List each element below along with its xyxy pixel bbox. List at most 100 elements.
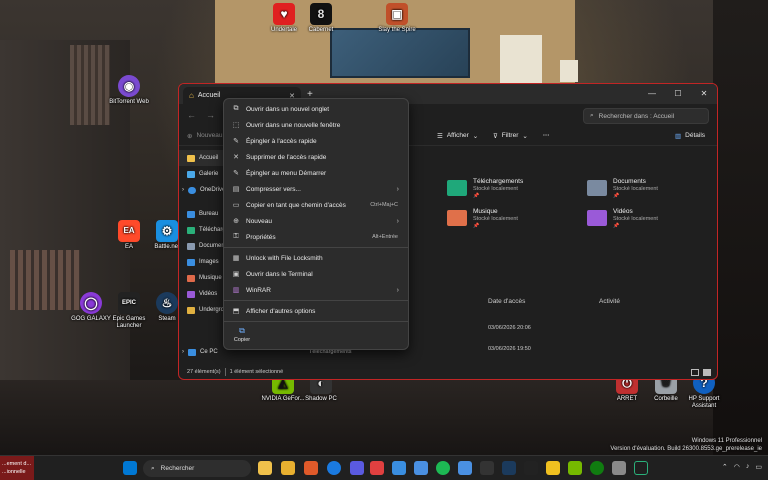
app-taskbar-icon[interactable]	[546, 461, 560, 475]
properties-icon: ⚿	[233, 233, 239, 240]
app-taskbar-icon[interactable]	[634, 461, 648, 475]
search-box[interactable]: ⌕ Rechercher dans : Accueil	[583, 108, 709, 124]
shortcut-label: Alt+Entrée	[372, 234, 398, 240]
explorer-active-taskbar-icon[interactable]	[281, 461, 295, 475]
taskbar-notification[interactable]: ...ement d... ...ionnelle	[0, 456, 34, 480]
gog-galaxy-icon: ◯	[80, 292, 102, 314]
view-label: Afficher	[446, 132, 469, 139]
desktop-icon-label: Shadow PC	[305, 396, 337, 402]
desktop-icon-bittorrent[interactable]: ◉ BitTorrent Web	[102, 75, 156, 106]
store-taskbar-icon[interactable]	[414, 461, 428, 475]
discord-taskbar-icon[interactable]	[350, 461, 364, 475]
chevron-right-icon[interactable]: ›	[182, 187, 184, 193]
menu-item-open-new-window[interactable]: ⬚ Ouvrir dans une nouvelle fenêtre	[224, 117, 408, 133]
battlenet-taskbar-icon[interactable]	[458, 461, 472, 475]
document-icon	[187, 242, 195, 250]
file-explorer-taskbar-icon[interactable]	[258, 461, 272, 475]
quick-access-documents[interactable]: Documents Stocké localement 📌	[587, 178, 658, 199]
menu-item-new[interactable]: ⊕ Nouveau ›	[224, 213, 408, 229]
status-separator	[224, 368, 226, 376]
desktop-icon-label: Cabernet	[308, 27, 334, 33]
app-taskbar-icon[interactable]	[370, 461, 384, 475]
calculator-taskbar-icon[interactable]	[392, 461, 406, 475]
menu-item-properties[interactable]: ⚿ Propriétés Alt+Entrée	[224, 229, 408, 245]
wifi-icon[interactable]: ◠	[734, 463, 740, 471]
menu-item-file-locksmith[interactable]: ▦ Unlock with File Locksmith	[224, 250, 408, 266]
nvidia-taskbar-icon[interactable]	[568, 461, 582, 475]
sidebar-item-label: Vidéos	[199, 291, 218, 297]
menu-item-copy-path[interactable]: ▭ Copier en tant que chemin d'accès Ctrl…	[224, 197, 408, 213]
gallery-icon	[187, 170, 195, 178]
column-header-activity[interactable]: Activité	[599, 298, 620, 305]
copy-button[interactable]: ⧉ Copier	[230, 326, 254, 343]
lock-icon: ▦	[232, 255, 240, 262]
column-header-date[interactable]: Date d'accès	[488, 298, 525, 305]
menu-item-pin-quick-access[interactable]: ✎ Épingler à l'accès rapide	[224, 133, 408, 149]
quick-access-musique[interactable]: Musique Stocké localement 📌	[447, 208, 518, 229]
desktop-icon-label: ARRET	[616, 396, 638, 402]
folder-name: Musique	[473, 208, 498, 215]
close-window-icon[interactable]: ✕	[691, 84, 717, 104]
view-button[interactable]: ☰ Afficher ⌄	[437, 132, 478, 140]
menu-item-open-new-tab[interactable]: ⧉ Ouvrir dans un nouvel onglet	[224, 101, 408, 117]
xbox-taskbar-icon[interactable]	[590, 461, 604, 475]
desktop-icon-label: Battle.net	[154, 244, 180, 250]
maximize-icon[interactable]: ☐	[665, 84, 691, 104]
forward-icon[interactable]: →	[206, 110, 215, 120]
quick-access-videos[interactable]: Vidéos Stocké localement 📌	[587, 208, 658, 229]
ea-icon: EA	[118, 220, 140, 242]
new-button[interactable]: ⊕ Nouveau	[187, 132, 222, 140]
chevron-right-icon[interactable]: ›	[182, 349, 184, 355]
volume-icon[interactable]: ♪	[746, 463, 750, 471]
taskbar-search-input[interactable]: Rechercher	[161, 465, 195, 472]
new-icon: ⊕	[233, 218, 239, 225]
settings-taskbar-icon[interactable]	[612, 461, 626, 475]
quick-access-telechargements[interactable]: Téléchargements Stocké localement 📌	[447, 178, 523, 199]
more-options-button[interactable]: ···	[543, 132, 550, 139]
battery-icon[interactable]: ▭	[755, 463, 762, 471]
menu-item-label: Propriétés	[246, 233, 276, 241]
onedrive-icon	[188, 186, 196, 194]
details-button[interactable]: ▥ Détails	[675, 132, 705, 140]
chevron-down-icon: ⌄	[472, 132, 479, 140]
back-icon[interactable]: ←	[187, 110, 196, 120]
sidebar-item-label: OneDrive	[200, 187, 226, 193]
epic-taskbar-icon[interactable]	[524, 461, 538, 475]
sidebar-item-label: Bureau	[199, 211, 219, 217]
brave-taskbar-icon[interactable]	[304, 461, 318, 475]
menu-item-label: WinRAR	[246, 286, 271, 294]
minimize-icon[interactable]: —	[639, 84, 665, 104]
folder-icon	[187, 306, 195, 314]
chrome-taskbar-icon[interactable]	[327, 461, 341, 475]
menu-item-terminal[interactable]: ▣ Ouvrir dans le Terminal	[224, 266, 408, 282]
menu-item-label: Ouvrir dans une nouvelle fenêtre	[246, 121, 341, 129]
chevron-up-icon[interactable]: ⌃	[722, 463, 728, 471]
new-tab-icon: ⧉	[233, 105, 239, 112]
spotify-taskbar-icon[interactable]	[436, 461, 450, 475]
download-icon	[187, 226, 195, 234]
folder-status: Stocké localement	[473, 216, 518, 222]
steam-taskbar-icon[interactable]	[502, 461, 516, 475]
menu-item-label: Épingler au menu Démarrer	[246, 169, 327, 177]
tiles-view-icon[interactable]	[703, 369, 711, 376]
sidebar-item-label: Musique	[199, 275, 222, 281]
steam-icon: ♨	[156, 292, 178, 314]
menu-item-winrar[interactable]: ▥ WinRAR ›	[224, 282, 408, 298]
view-icon: ☰	[437, 132, 443, 140]
start-button-icon[interactable]	[123, 461, 137, 475]
desktop-icon-cabernet[interactable]: 8 Cabernet	[294, 3, 348, 34]
menu-item-compress[interactable]: ▤ Compresser vers... ›	[224, 181, 408, 197]
search-input[interactable]: Rechercher dans : Accueil	[599, 113, 675, 120]
filter-button[interactable]: ⊽ Filtrer ⌄	[493, 132, 528, 140]
desktop-icon-slay-the-spire[interactable]: ▣ Slay the Spire	[370, 3, 424, 34]
chevron-down-icon: ⌄	[522, 132, 528, 140]
menu-item-pin-start[interactable]: ✎ Épingler au menu Démarrer	[224, 165, 408, 181]
row-date: 03/06/2026 20:06	[488, 325, 531, 331]
details-view-icon[interactable]	[691, 369, 699, 376]
menu-item-remove-quick-access[interactable]: ✕ Supprimer de l'accès rapide	[224, 149, 408, 165]
menu-item-more-options[interactable]: ⬒ Afficher d'autres options	[224, 303, 408, 319]
taskbar-search[interactable]: ⌕ Rechercher	[143, 460, 251, 477]
context-menu: ⧉ Ouvrir dans un nouvel onglet ⬚ Ouvrir …	[223, 98, 409, 350]
folder-status: Stocké localement	[613, 186, 658, 192]
app-taskbar-icon[interactable]	[480, 461, 494, 475]
